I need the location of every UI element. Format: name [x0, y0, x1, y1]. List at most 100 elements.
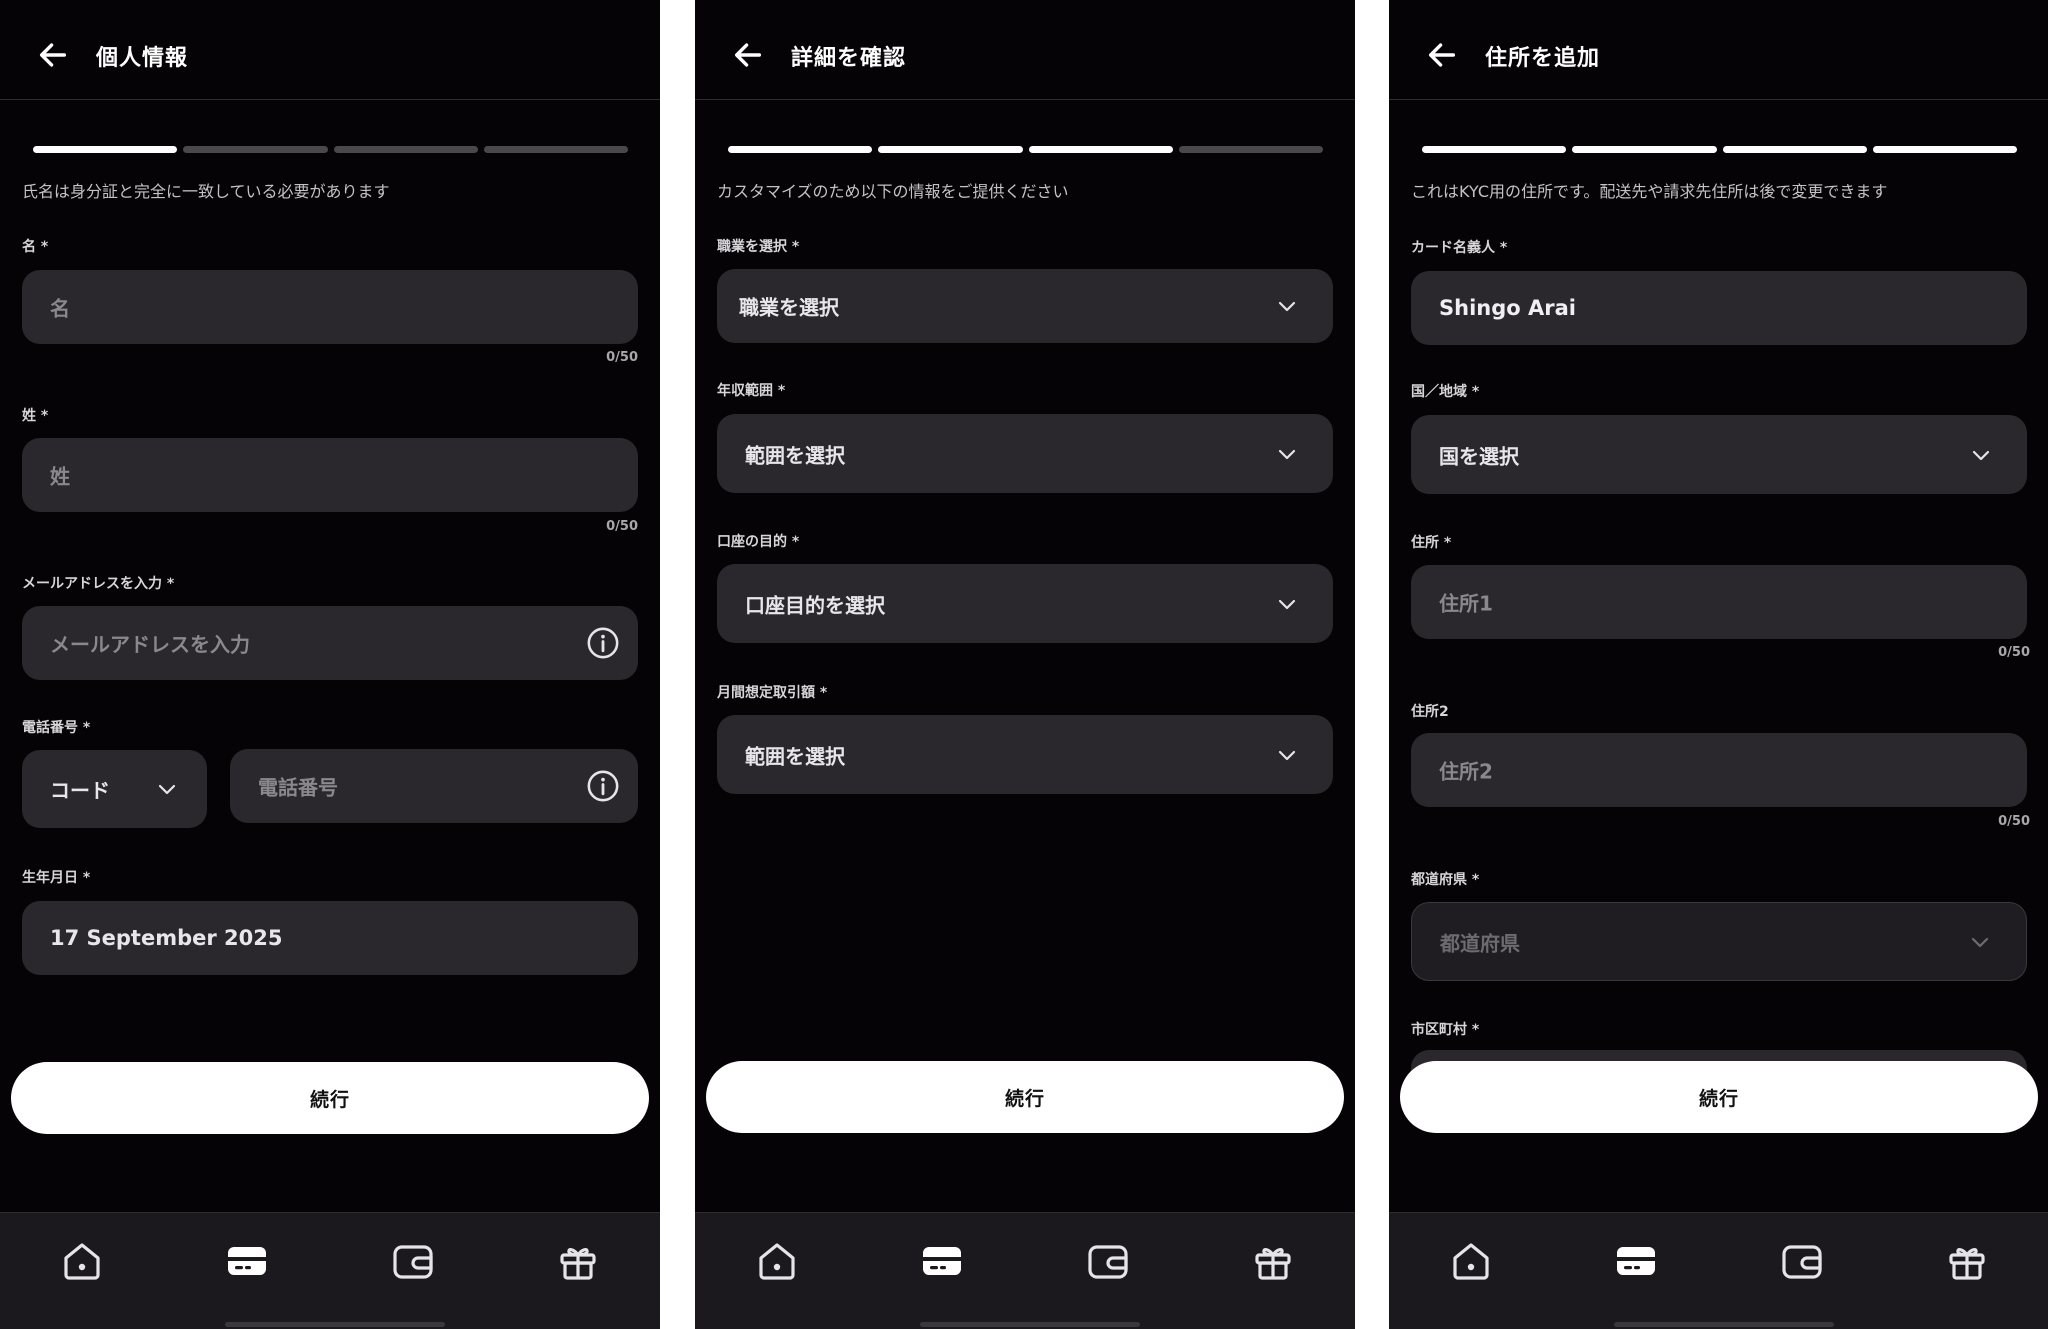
chevron-down-icon: [1278, 449, 1296, 459]
chevron-down-icon: [1971, 937, 1989, 947]
first-name-placeholder: 名: [50, 296, 70, 321]
tab-bar: [695, 1212, 1355, 1329]
home-indicator: [920, 1322, 1140, 1327]
gift-icon[interactable]: [1943, 1237, 1991, 1285]
first-name-label: 名 *: [22, 239, 49, 255]
chevron-down-icon: [1278, 599, 1296, 609]
gift-icon[interactable]: [554, 1237, 602, 1285]
first-name-input[interactable]: 名: [22, 270, 638, 344]
progress-step: [728, 146, 873, 153]
continue-button[interactable]: 続行: [11, 1062, 649, 1134]
purpose-select[interactable]: 口座目的を選択: [717, 564, 1333, 643]
progress-step: [183, 146, 328, 153]
progress-bar: [33, 146, 628, 153]
page-title: 個人情報: [96, 46, 189, 71]
personal-info-screen: 個人情報 氏名は身分証と完全に一致している必要があります 名 * 名 0/50 …: [0, 0, 660, 1329]
chevron-down-icon: [1972, 450, 1990, 460]
country-value: 国を選択: [1439, 444, 1519, 468]
home-icon[interactable]: [1447, 1237, 1495, 1285]
prefecture-select[interactable]: 都道府県: [1411, 902, 2027, 981]
card-icon[interactable]: [1612, 1237, 1660, 1285]
home-icon[interactable]: [753, 1237, 801, 1285]
occupation-select[interactable]: 職業を選択: [717, 269, 1333, 343]
address-screen: 住所を追加 これはKYC用の住所です。配送先や請求先住所は後で変更できます カー…: [1389, 0, 2048, 1329]
progress-bar: [728, 146, 1323, 153]
card-icon[interactable]: [223, 1237, 271, 1285]
address2-input[interactable]: 住所2: [1411, 733, 2027, 807]
email-label: メールアドレスを入力 *: [22, 576, 175, 592]
back-arrow-icon[interactable]: [731, 38, 765, 72]
purpose-label: 口座の目的 *: [717, 534, 800, 550]
income-select[interactable]: 範囲を選択: [717, 414, 1333, 493]
phone-input[interactable]: 電話番号: [230, 749, 638, 823]
progress-step: [1028, 146, 1173, 153]
wallet-icon[interactable]: [1778, 1237, 1826, 1285]
progress-step: [483, 146, 628, 153]
wallet-icon[interactable]: [1084, 1237, 1132, 1285]
cardholder-value: Shingo Arai: [1439, 296, 1576, 320]
header: 住所を追加: [1389, 0, 2048, 100]
wallet-icon[interactable]: [389, 1237, 437, 1285]
chevron-down-icon: [1278, 750, 1296, 760]
tab-bar: [1389, 1212, 2048, 1329]
country-label: 国／地域 *: [1411, 384, 1480, 400]
occupation-label: 職業を選択 *: [717, 239, 800, 255]
last-name-placeholder: 姓: [50, 464, 70, 489]
email-placeholder: メールアドレスを入力: [50, 632, 250, 657]
dob-label: 生年月日 *: [22, 870, 91, 886]
monthly-label: 月間想定取引額 *: [717, 685, 828, 701]
occupation-value: 職業を選択: [739, 295, 839, 320]
progress-step: [1572, 146, 1717, 153]
details-screen: 詳細を確認 カスタマイズのため以下の情報をご提供ください 職業を選択 * 職業を…: [695, 0, 1355, 1329]
prefecture-placeholder: 都道府県: [1440, 931, 1520, 955]
progress-step: [33, 146, 178, 153]
address1-placeholder: 住所1: [1439, 591, 1493, 616]
header: 個人情報: [0, 0, 660, 100]
header: 詳細を確認: [695, 0, 1355, 100]
back-arrow-icon[interactable]: [1425, 38, 1459, 72]
address2-counter: 0/50: [1998, 814, 2030, 829]
address2-placeholder: 住所2: [1439, 759, 1493, 784]
prefecture-label: 都道府県 *: [1411, 872, 1480, 888]
info-icon[interactable]: [586, 769, 620, 803]
progress-step: [1178, 146, 1323, 153]
continue-button[interactable]: 続行: [706, 1061, 1344, 1133]
cardholder-input[interactable]: Shingo Arai: [1411, 271, 2027, 345]
address2-label: 住所2: [1411, 704, 1449, 720]
gift-icon[interactable]: [1249, 1237, 1297, 1285]
progress-step: [1722, 146, 1867, 153]
home-indicator: [1614, 1322, 1834, 1327]
last-name-input[interactable]: 姓: [22, 438, 638, 512]
address1-counter: 0/50: [1998, 645, 2030, 660]
monthly-value: 範囲を選択: [745, 744, 845, 768]
country-code-select[interactable]: コード: [22, 750, 207, 828]
progress-bar: [1422, 146, 2017, 153]
chevron-down-icon: [158, 784, 176, 795]
address1-label: 住所 *: [1411, 535, 1452, 551]
subtitle: これはKYC用の住所です。配送先や請求先住所は後で変更できます: [1411, 182, 1888, 201]
first-name-counter: 0/50: [606, 350, 638, 365]
last-name-counter: 0/50: [606, 519, 638, 534]
dob-value: 17 September 2025: [50, 926, 283, 950]
progress-step: [1872, 146, 2017, 153]
country-select[interactable]: 国を選択: [1411, 415, 2027, 494]
continue-button[interactable]: 続行: [1400, 1061, 2038, 1133]
home-indicator: [225, 1322, 445, 1327]
country-code-value: コード: [50, 778, 110, 803]
info-icon[interactable]: [586, 626, 620, 660]
income-label: 年収範囲 *: [717, 383, 786, 399]
last-name-label: 姓 *: [22, 408, 49, 424]
page-title: 住所を追加: [1485, 46, 1601, 71]
tab-bar: [0, 1212, 660, 1329]
monthly-select[interactable]: 範囲を選択: [717, 715, 1333, 794]
cardholder-label: カード名義人 *: [1411, 240, 1508, 256]
page-title: 詳細を確認: [791, 46, 907, 71]
home-icon[interactable]: [58, 1237, 106, 1285]
subtitle: カスタマイズのため以下の情報をご提供ください: [717, 182, 1069, 201]
purpose-value: 口座目的を選択: [745, 593, 885, 617]
back-arrow-icon[interactable]: [36, 38, 70, 72]
card-icon[interactable]: [918, 1237, 966, 1285]
dob-input[interactable]: 17 September 2025: [22, 901, 638, 975]
email-input[interactable]: メールアドレスを入力: [22, 606, 638, 680]
address1-input[interactable]: 住所1: [1411, 565, 2027, 639]
